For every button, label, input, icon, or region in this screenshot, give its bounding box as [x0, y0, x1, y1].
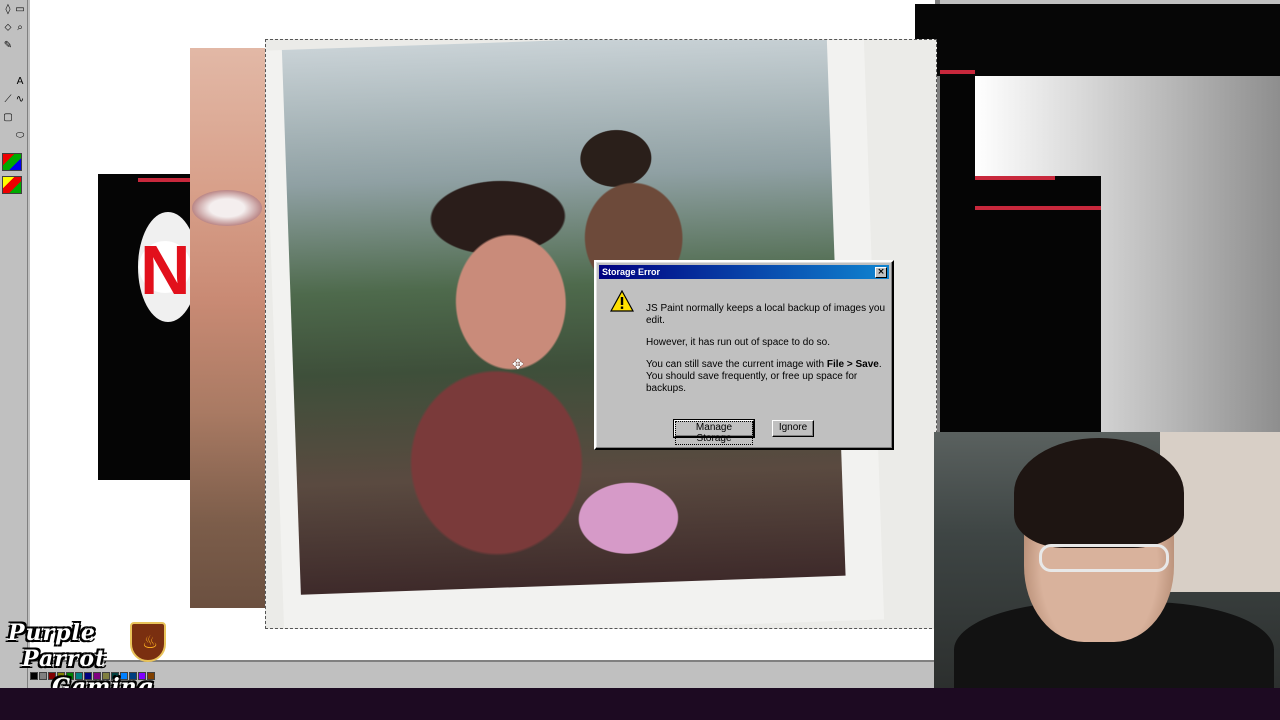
- eye-image-detail: [192, 190, 262, 226]
- message-save-menu-path: File > Save: [826, 359, 879, 370]
- storage-error-dialog: Storage Error × JS Paint normally keeps …: [594, 260, 894, 450]
- netflix-logo: N: [138, 212, 198, 322]
- close-icon[interactable]: ×: [875, 266, 887, 278]
- dialog-message: JS Paint normally keeps a local backup o…: [646, 303, 892, 405]
- ellipse-tool-icon[interactable]: ⬭: [14, 128, 26, 144]
- manage-storage-button[interactable]: Manage Storage: [673, 419, 755, 445]
- message-out-of-space: However, it has run out of space to do s…: [646, 337, 830, 348]
- rectangle-tool-icon[interactable]: ▢: [2, 110, 14, 126]
- logo-line-purple: Purple: [8, 620, 96, 646]
- extra-colors-button[interactable]: [2, 176, 22, 194]
- text-tool-icon[interactable]: A: [14, 74, 26, 90]
- warning-icon: [610, 290, 634, 312]
- dialog-titlebar[interactable]: Storage Error ×: [599, 265, 889, 279]
- netflix-letter: N: [140, 231, 191, 309]
- free-select-tool-icon[interactable]: ◊: [2, 2, 14, 18]
- manage-storage-label: Manage Storage: [675, 421, 753, 445]
- colors-button[interactable]: [2, 153, 22, 171]
- webcam-person-glasses: [1039, 544, 1169, 572]
- eraser-tool-icon[interactable]: ⬦: [2, 20, 14, 36]
- red-line-decoration: [975, 206, 1101, 210]
- webcam-person-hair: [1014, 438, 1184, 548]
- flame-icon: ♨: [142, 632, 159, 652]
- ignore-button[interactable]: Ignore: [772, 420, 814, 437]
- red-line-decoration: [138, 178, 190, 182]
- toolbox: ◊ ▭ ⬦ ⌕ ✎ A ⟋ ∿ ▢ ⬭: [0, 0, 28, 688]
- message-save-prefix: You can still save the current image wit…: [646, 359, 827, 370]
- curve-tool-icon[interactable]: ∿: [14, 92, 26, 108]
- dark-panel-top-right: [915, 4, 1280, 76]
- face-closeup-image: [190, 48, 270, 608]
- move-cursor-icon: ✥: [512, 357, 524, 373]
- dialog-title: Storage Error: [602, 267, 661, 277]
- message-save-advice: You can still save the current image wit…: [646, 359, 892, 395]
- red-line-decoration: [975, 176, 1055, 180]
- logo-line-parrot: Parrot: [22, 646, 107, 672]
- ignore-label: Ignore: [778, 422, 808, 433]
- line-tool-icon[interactable]: ⟋: [2, 92, 14, 108]
- message-backup-info: JS Paint normally keeps a local backup o…: [646, 303, 886, 326]
- rect-select-tool-icon[interactable]: ▭: [14, 2, 26, 18]
- red-line-decoration: [940, 70, 975, 74]
- dark-panel-right-lower: [975, 176, 1101, 432]
- webcam-overlay: [934, 432, 1280, 688]
- pencil-tool-icon[interactable]: ✎: [2, 38, 14, 54]
- dark-panel-right: [940, 76, 975, 432]
- magnifier-tool-icon[interactable]: ⌕: [14, 20, 26, 36]
- stream-bottom-bar: [0, 688, 1280, 720]
